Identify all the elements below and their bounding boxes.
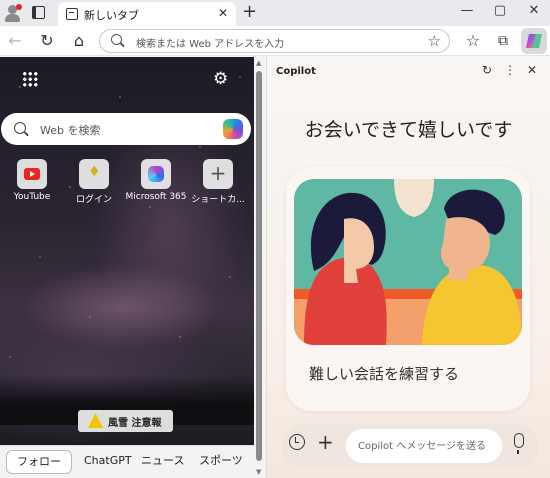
youtube-icon [17, 159, 47, 189]
new-tab-button[interactable]: + [242, 2, 257, 22]
refresh-icon[interactable]: ↻ [37, 31, 57, 51]
tile-label: Microsoft 365 [125, 192, 187, 202]
more-options-icon[interactable]: ⋮ [502, 63, 518, 77]
tile-add-shortcut[interactable]: + ショートカ... [187, 159, 249, 205]
address-bar[interactable]: 検索または Web アドレスを入力 ☆ [99, 29, 450, 53]
tab-close-icon[interactable]: ✕ [218, 6, 228, 20]
copilot-greeting: お会いできて嬉しいです [304, 119, 513, 141]
new-tab-page: ⚙ Web を検索 YouTube ♦ ログイン Microsoft 365 +… [0, 57, 254, 478]
add-attachment-icon[interactable]: + [317, 430, 334, 454]
notification-dot [16, 4, 22, 10]
tile-microsoft365[interactable]: Microsoft 365 [125, 159, 187, 202]
quick-links: YouTube ♦ ログイン Microsoft 365 + ショートカ... [0, 159, 254, 209]
tab-new-tab[interactable]: 新しいタブ ✕ [58, 2, 236, 26]
copilot-title: Copilot [276, 66, 316, 77]
history-icon[interactable] [289, 434, 305, 450]
profile-avatar[interactable] [4, 4, 22, 22]
copilot-sidebar-button[interactable] [521, 28, 547, 54]
nav-sports[interactable]: スポーツ [199, 450, 243, 474]
browser-toolbar: ← ↻ ⌂ 検索または Web アドレスを入力 ☆ ☆ ⧉ [0, 26, 550, 56]
feed-nav: フォロー ChatGPT ニュース スポーツ [0, 445, 254, 478]
settings-gear-icon[interactable]: ⚙ [213, 69, 228, 89]
back-icon[interactable]: ← [5, 31, 25, 51]
message-composer: + [281, 424, 539, 468]
nav-news[interactable]: ニュース [141, 450, 184, 474]
microphone-icon[interactable] [514, 433, 524, 454]
warning-icon [88, 413, 103, 428]
weather-alert-text: 風雪 注意報 [108, 418, 162, 429]
app-launcher-icon[interactable] [22, 71, 38, 87]
tile-label: YouTube [13, 192, 51, 202]
suggestion-label: 難しい会話を練習する [309, 365, 460, 383]
avatar-body [5, 14, 20, 22]
search-icon [111, 34, 122, 45]
tile-label: ショートカ... [191, 195, 245, 205]
new-tab-page-icon [66, 8, 78, 20]
close-window-button[interactable]: ✕ [524, 3, 544, 18]
search-icon [14, 122, 26, 134]
favorites-icon[interactable]: ☆ [463, 31, 483, 51]
extensions-icon[interactable]: ⧉ [493, 31, 513, 51]
message-input[interactable] [346, 429, 502, 463]
copilot-icon [526, 34, 542, 48]
web-search-box[interactable]: Web を検索 [1, 113, 251, 145]
nav-follow[interactable]: フォロー [6, 450, 72, 474]
login-icon: ♦ [79, 159, 109, 189]
minimize-button[interactable]: — [457, 3, 477, 18]
address-placeholder: 検索または Web アドレスを入力 [136, 39, 285, 50]
refresh-icon[interactable]: ↻ [479, 63, 495, 77]
copilot-pane: Copilot ↻ ⋮ ✕ お会いできて嬉しいです 難しい会話を練習する + C… [267, 57, 550, 478]
tab-title: 新しいタブ [84, 9, 139, 22]
page-scrollbar[interactable]: ▲ ▼ [254, 57, 264, 478]
microsoft365-icon [141, 159, 171, 189]
scroll-up-icon[interactable]: ▲ [256, 59, 261, 67]
weather-alert-badge[interactable]: 風雪 注意報 [78, 410, 173, 432]
maximize-button[interactable]: ▢ [490, 3, 510, 18]
plus-icon: + [203, 159, 233, 189]
conversation-illustration [294, 179, 522, 345]
scroll-down-icon[interactable]: ▼ [256, 468, 261, 476]
nav-chatgpt[interactable]: ChatGPT [84, 450, 132, 474]
copilot-header: Copilot ↻ ⋮ ✕ [267, 57, 550, 87]
favorite-star-icon[interactable]: ☆ [428, 32, 441, 50]
tile-youtube[interactable]: YouTube [1, 159, 63, 202]
close-icon[interactable]: ✕ [524, 63, 540, 77]
search-placeholder: Web を検索 [40, 124, 101, 137]
tile-label: ログイン [75, 195, 112, 205]
home-icon[interactable]: ⌂ [69, 31, 89, 51]
title-bar: 新しいタブ ✕ + — ▢ ✕ [0, 0, 550, 26]
suggestion-card[interactable]: 難しい会話を練習する [286, 167, 530, 411]
vertical-tabs-icon[interactable] [32, 6, 45, 19]
copilot-icon[interactable] [223, 119, 243, 139]
tile-login[interactable]: ♦ ログイン [63, 159, 125, 205]
scroll-thumb[interactable] [256, 71, 262, 461]
